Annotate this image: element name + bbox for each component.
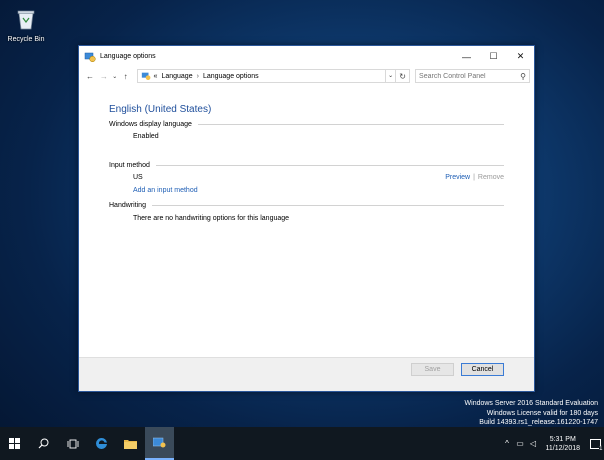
- input-method-header: Input method: [109, 162, 150, 169]
- system-tray: ^ ▭ ◁ 5:31 PM 11/12/2018 1: [500, 427, 604, 460]
- recycle-bin-icon: [17, 10, 35, 30]
- edge-browser-button[interactable]: [87, 427, 116, 460]
- control-panel-icon: [84, 52, 96, 62]
- clock[interactable]: 5:31 PM 11/12/2018: [545, 435, 580, 453]
- search-box[interactable]: ⚲: [415, 69, 531, 83]
- network-icon[interactable]: ▭: [514, 439, 525, 448]
- add-input-method-link[interactable]: Add an input method: [133, 187, 198, 194]
- minimize-button[interactable]: —: [453, 46, 480, 67]
- display-language-section: Windows display language: [109, 121, 504, 128]
- back-arrow-icon[interactable]: ←: [83, 72, 97, 81]
- task-view-button[interactable]: [58, 427, 87, 460]
- main-content: English (United States) Windows display …: [109, 104, 504, 222]
- window-title: Language options: [100, 53, 156, 60]
- volume-icon[interactable]: ◁: [527, 439, 538, 448]
- input-method-section: Input method: [109, 162, 504, 169]
- control-panel-icon: [153, 437, 166, 448]
- search-icon[interactable]: ⚲: [520, 72, 526, 81]
- language-options-window: Language options — ☐ ✕ ← → ⌄ ↑ « Languag…: [78, 45, 535, 392]
- search-input[interactable]: [419, 72, 521, 80]
- language-heading: English (United States): [109, 104, 212, 115]
- address-bar[interactable]: « Language › Language options: [136, 69, 387, 83]
- clock-time: 5:31 PM: [549, 435, 576, 443]
- breadcrumb-overflow[interactable]: «: [154, 73, 158, 80]
- input-method-row: US Preview | Remove: [109, 174, 504, 181]
- section-divider: [155, 165, 504, 166]
- breadcrumb-item-language[interactable]: Language: [161, 73, 192, 80]
- recycle-bin-label: Recycle Bin: [7, 36, 45, 43]
- preview-link[interactable]: Preview: [445, 174, 470, 181]
- handwriting-section: Handwriting: [109, 202, 504, 209]
- start-button[interactable]: [0, 427, 29, 460]
- breadcrumb-item-language-options[interactable]: Language options: [203, 73, 259, 80]
- up-arrow-icon[interactable]: ↑: [119, 72, 133, 81]
- maximize-button[interactable]: ☐: [480, 46, 507, 67]
- notification-count: 1: [599, 445, 603, 452]
- windows-logo-icon: [9, 438, 20, 449]
- section-divider: [151, 205, 504, 206]
- task-view-icon: [67, 439, 78, 448]
- recycle-bin-shortcut[interactable]: Recycle Bin: [6, 8, 46, 43]
- display-language-header: Windows display language: [109, 121, 192, 128]
- remove-link[interactable]: Remove: [478, 174, 504, 181]
- display-language-status: Enabled: [133, 133, 159, 140]
- control-panel-small-icon: [141, 72, 150, 80]
- file-explorer-button[interactable]: [116, 427, 145, 460]
- recent-locations-chevron-icon[interactable]: ⌄: [111, 73, 119, 80]
- watermark-license: Windows License valid for 180 days: [486, 409, 598, 417]
- evaluation-watermark: Windows Server 2016 Standard Evaluation …: [465, 399, 598, 428]
- cancel-button[interactable]: Cancel: [461, 363, 504, 376]
- breadcrumb-separator-icon: ›: [196, 72, 199, 80]
- close-button[interactable]: ✕: [507, 46, 534, 67]
- taskbar: ^ ▭ ◁ 5:31 PM 11/12/2018 1: [0, 427, 604, 460]
- refresh-icon[interactable]: ↻: [396, 69, 411, 83]
- clock-date: 11/12/2018: [545, 444, 580, 452]
- title-bar[interactable]: Language options — ☐ ✕: [79, 46, 534, 67]
- link-separator: |: [473, 174, 475, 181]
- input-method-name: US: [133, 174, 143, 181]
- address-dropdown-chevron-icon[interactable]: ⌄: [386, 69, 397, 83]
- handwriting-header: Handwriting: [109, 202, 146, 209]
- search-taskbar-button[interactable]: [29, 427, 58, 460]
- search-icon: [38, 438, 49, 449]
- action-center-button[interactable]: 1: [586, 427, 604, 460]
- notification-icon: 1: [589, 438, 603, 452]
- section-divider: [197, 124, 504, 125]
- watermark-edition: Windows Server 2016 Standard Evaluation: [464, 400, 598, 407]
- control-panel-taskbar-button[interactable]: [145, 427, 174, 460]
- save-button[interactable]: Save: [411, 363, 454, 376]
- show-hidden-icons-chevron-icon[interactable]: ^: [501, 439, 512, 448]
- forward-arrow-icon[interactable]: →: [97, 72, 111, 81]
- handwriting-message: There are no handwriting options for thi…: [133, 215, 290, 222]
- navigation-bar: ← → ⌄ ↑ « Language › Language options ⌄ …: [79, 68, 534, 84]
- dialog-footer: Save Cancel: [79, 357, 534, 391]
- edge-icon: [96, 437, 107, 449]
- folder-icon: [124, 440, 137, 449]
